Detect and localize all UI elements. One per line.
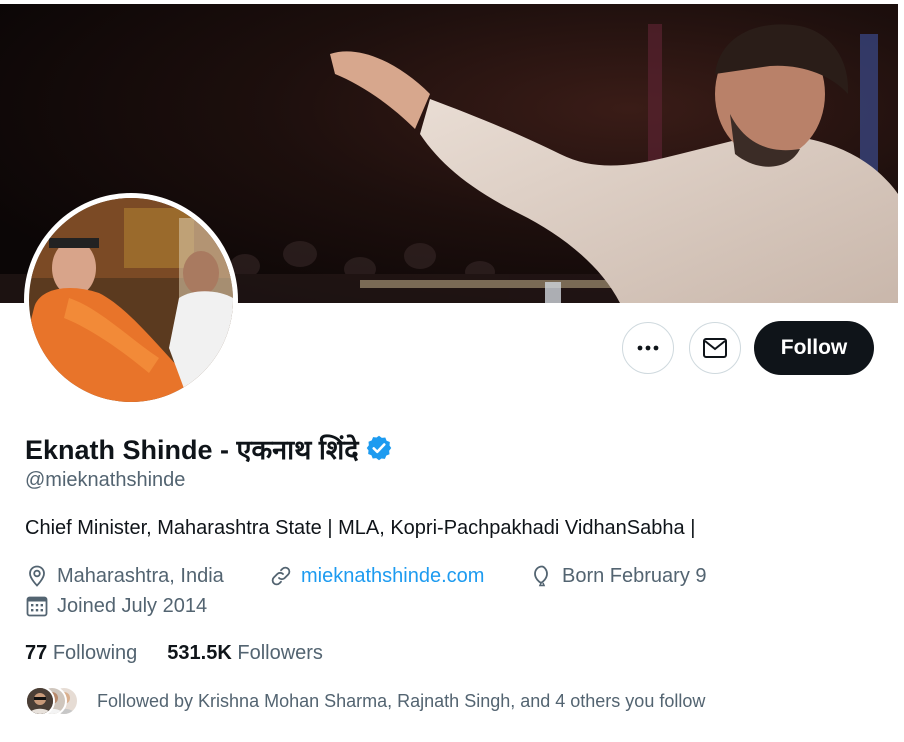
balloon-icon <box>534 565 548 587</box>
profile-location: Maharashtra, India <box>25 564 224 588</box>
location-text: Maharashtra, India <box>57 564 224 587</box>
profile-handle: @mieknathshinde <box>25 469 186 491</box>
followers-you-know-avatars <box>25 686 85 716</box>
profile-bio: Chief Minister, Maharashtra State | MLA,… <box>25 517 696 539</box>
profile-page: Follow Eknath Shinde - एकनाथ शिंदे @miek… <box>0 0 904 742</box>
profile-birthday: Born February 9 <box>530 564 707 588</box>
profile-name-row: Eknath Shinde - एकनाथ शिंदे <box>25 428 393 468</box>
profile-website[interactable]: mieknathshinde.com <box>269 564 484 588</box>
location-pin-icon <box>29 565 45 587</box>
profile-avatar[interactable] <box>24 193 238 407</box>
following-link[interactable]: 77 Following <box>25 642 137 665</box>
follow-button[interactable]: Follow <box>754 321 874 375</box>
following-count: 77 <box>25 642 48 664</box>
more-icon <box>637 345 659 351</box>
website-link[interactable]: mieknathshinde.com <box>301 565 484 588</box>
followers-you-know[interactable]: Followed by Krishna Mohan Sharma, Rajnat… <box>25 686 705 716</box>
following-label: Following <box>52 642 138 664</box>
profile-stats: 77 Following 531.5K Followers <box>25 642 353 665</box>
follower-avatar <box>25 686 55 716</box>
profile-joined-date: Joined July 2014 <box>25 594 207 618</box>
followers-label: Followers <box>237 642 323 664</box>
followers-count: 531.5K <box>167 642 232 664</box>
verified-badge-icon[interactable] <box>365 434 393 462</box>
envelope-icon <box>703 338 727 358</box>
birthday-text: Born February 9 <box>562 564 707 587</box>
message-button[interactable] <box>689 322 741 374</box>
joined-text: Joined July 2014 <box>57 594 208 617</box>
link-icon <box>271 566 291 586</box>
display-name: Eknath Shinde - एकनाथ शिंदे <box>25 434 359 465</box>
follow-button-label: Follow <box>780 336 848 359</box>
followers-you-know-text: Followed by Krishna Mohan Sharma, Rajnat… <box>97 690 706 711</box>
more-options-button[interactable] <box>622 322 674 374</box>
calendar-icon <box>26 596 48 617</box>
followers-link[interactable]: 531.5K Followers <box>167 642 323 665</box>
